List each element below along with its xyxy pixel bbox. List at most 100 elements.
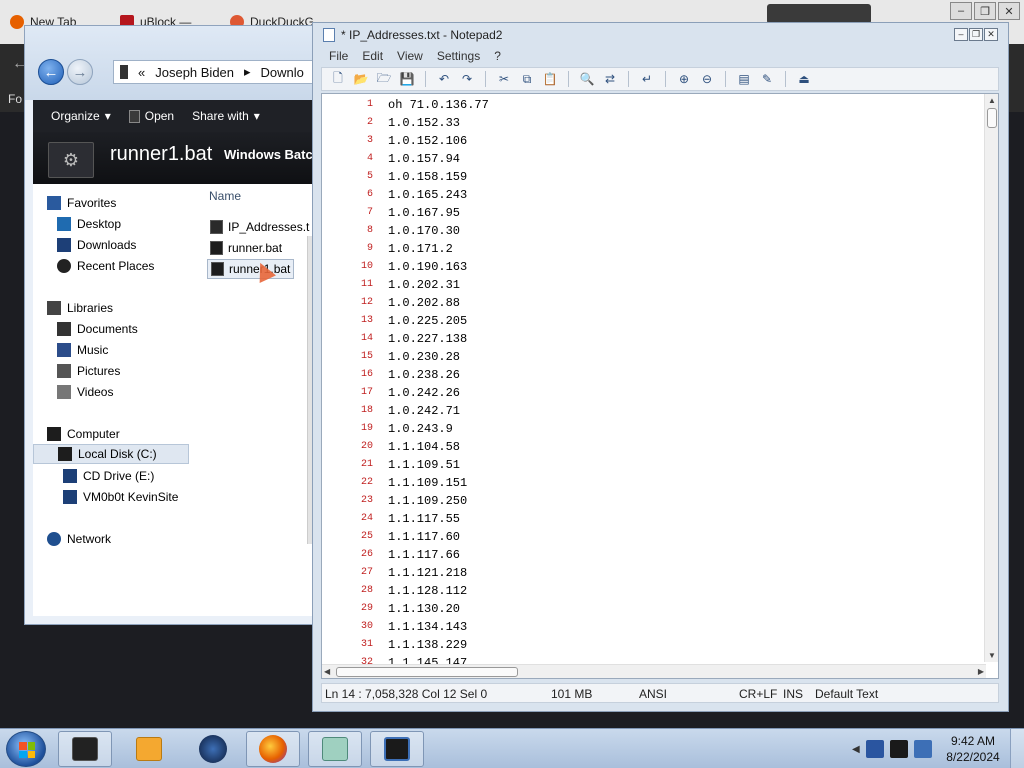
- zoom-out-icon[interactable]: ⊖: [697, 70, 717, 88]
- share-with-button[interactable]: Share with ▾: [192, 109, 260, 123]
- show-hidden-icons-icon[interactable]: ◀: [852, 744, 860, 755]
- editor-line[interactable]: 1 oh 71.0.136.77: [322, 96, 982, 114]
- scroll-right-icon[interactable]: ▶: [978, 667, 984, 676]
- save-icon[interactable]: 💾: [397, 70, 417, 88]
- open-button[interactable]: Open: [128, 109, 174, 123]
- tray-monitor-icon[interactable]: [889, 740, 908, 758]
- browser-extension-button[interactable]: [767, 4, 871, 24]
- vertical-scroll-thumb[interactable]: [987, 108, 997, 128]
- nav-pictures[interactable]: Pictures: [57, 362, 120, 380]
- back-button[interactable]: ←: [38, 59, 64, 85]
- editor-line[interactable]: 3 1.0.152.106: [322, 132, 982, 150]
- nav-network[interactable]: Network: [47, 530, 111, 548]
- nav-libraries[interactable]: Libraries: [47, 299, 113, 317]
- tray-app-icon[interactable]: [865, 740, 884, 758]
- zoom-in-icon[interactable]: ⊕: [674, 70, 694, 88]
- editor-line[interactable]: 5 1.0.158.159: [322, 168, 982, 186]
- organize-button[interactable]: Organize ▾: [51, 109, 111, 123]
- menu-view[interactable]: View: [397, 49, 423, 63]
- column-header-name[interactable]: Name: [203, 184, 315, 208]
- editor-line[interactable]: 31 1.1.138.229: [322, 636, 982, 654]
- notepad-title-bar[interactable]: * IP_Addresses.txt - Notepad2: [313, 23, 1008, 47]
- editor-line[interactable]: 14 1.0.227.138: [322, 330, 982, 348]
- editor-line[interactable]: 26 1.1.117.66: [322, 546, 982, 564]
- text-editor[interactable]: 1 oh 71.0.136.77 2 1.0.152.33 3 1.0.152.106 4 1…: [321, 93, 999, 679]
- nav-favorites[interactable]: Favorites: [47, 194, 116, 212]
- editor-line[interactable]: 11 1.0.202.31: [322, 276, 982, 294]
- breadcrumb[interactable]: « Joseph Biden ▸ Downlo: [113, 60, 315, 84]
- find-icon[interactable]: 🔍: [577, 70, 597, 88]
- taskbar-app-globe[interactable]: [186, 731, 240, 767]
- nav-recent-places[interactable]: Recent Places: [57, 257, 154, 275]
- close-button[interactable]: ✕: [998, 2, 1020, 20]
- editor-line[interactable]: 18 1.0.242.71: [322, 402, 982, 420]
- editor-line[interactable]: 17 1.0.242.26: [322, 384, 982, 402]
- editor-line[interactable]: 28 1.1.128.112: [322, 582, 982, 600]
- word-wrap-icon[interactable]: ↵: [637, 70, 657, 88]
- redo-icon[interactable]: ↷: [457, 70, 477, 88]
- editor-line[interactable]: 8 1.0.170.30: [322, 222, 982, 240]
- nav-cd-drive[interactable]: CD Drive (E:): [63, 467, 154, 485]
- maximize-button[interactable]: ❐: [974, 2, 996, 20]
- forward-button[interactable]: →: [67, 59, 93, 85]
- cut-icon[interactable]: ✂: [494, 70, 514, 88]
- nav-videos[interactable]: Videos: [57, 383, 113, 401]
- minimize-button[interactable]: –: [954, 28, 968, 41]
- editor-line[interactable]: 12 1.0.202.88: [322, 294, 982, 312]
- open-folder-icon[interactable]: 📂: [351, 70, 371, 88]
- network-status-icon[interactable]: [913, 740, 932, 758]
- nav-documents[interactable]: Documents: [57, 320, 138, 338]
- editor-vertical-scrollbar[interactable]: ▲ ▼: [984, 94, 998, 662]
- file-item-ip-addresses[interactable]: IP_Addresses.t: [207, 217, 312, 237]
- menu-settings[interactable]: Settings: [437, 49, 480, 63]
- status-line-ending[interactable]: CR+LF: [739, 687, 777, 701]
- start-button[interactable]: [6, 731, 46, 767]
- nav-computer[interactable]: Computer: [47, 425, 120, 443]
- minimize-button[interactable]: –: [950, 2, 972, 20]
- editor-line[interactable]: 2 1.0.152.33: [322, 114, 982, 132]
- editor-line[interactable]: 24 1.1.117.55: [322, 510, 982, 528]
- taskbar-firefox[interactable]: [246, 731, 300, 767]
- editor-line[interactable]: 25 1.1.117.60: [322, 528, 982, 546]
- editor-line[interactable]: 30 1.1.134.143: [322, 618, 982, 636]
- editor-line[interactable]: 10 1.0.190.163: [322, 258, 982, 276]
- nav-desktop[interactable]: Desktop: [57, 215, 121, 233]
- nav-downloads[interactable]: Downloads: [57, 236, 136, 254]
- editor-line[interactable]: 23 1.1.109.250: [322, 492, 982, 510]
- editor-line[interactable]: 22 1.1.109.151: [322, 474, 982, 492]
- scheme-icon[interactable]: ▤: [734, 70, 754, 88]
- nav-network-share[interactable]: VM0b0t KevinSite: [63, 488, 178, 506]
- editor-horizontal-scrollbar[interactable]: ◀ ▶: [322, 664, 986, 678]
- file-item-runner1[interactable]: runner1.bat: [207, 259, 295, 279]
- breadcrumb-item-downloads[interactable]: Downlo: [261, 65, 304, 80]
- undo-icon[interactable]: ↶: [434, 70, 454, 88]
- editor-line[interactable]: 6 1.0.165.243: [322, 186, 982, 204]
- editor-line[interactable]: 29 1.1.130.20: [322, 600, 982, 618]
- editor-line[interactable]: 21 1.1.109.51: [322, 456, 982, 474]
- file-item-runner[interactable]: runner.bat: [207, 238, 285, 258]
- taskbar-media-player[interactable]: [122, 731, 176, 767]
- taskbar-cmd[interactable]: [58, 731, 112, 767]
- horizontal-scroll-thumb[interactable]: [336, 667, 518, 677]
- editor-line[interactable]: 16 1.0.238.26: [322, 366, 982, 384]
- editor-line[interactable]: 13 1.0.225.205: [322, 312, 982, 330]
- editor-line[interactable]: 7 1.0.167.95: [322, 204, 982, 222]
- scroll-down-icon[interactable]: ▼: [988, 651, 996, 660]
- browse-icon[interactable]: 🗁: [374, 70, 394, 88]
- taskbar-explorer[interactable]: [370, 731, 424, 767]
- breadcrumb-item-user[interactable]: Joseph Biden: [155, 65, 234, 80]
- close-button[interactable]: ✕: [984, 28, 998, 41]
- show-desktop-button[interactable]: [1010, 729, 1024, 768]
- nav-local-disk[interactable]: Local Disk (C:): [33, 444, 189, 464]
- copy-icon[interactable]: ⧉: [517, 70, 537, 88]
- status-encoding[interactable]: ANSI: [639, 687, 667, 701]
- scroll-left-icon[interactable]: ◀: [324, 667, 330, 676]
- editor-line[interactable]: 19 1.0.243.9: [322, 420, 982, 438]
- status-insert-mode[interactable]: INS: [783, 687, 803, 701]
- taskbar-clock[interactable]: 9:42 AM 8/22/2024: [940, 733, 1006, 765]
- nav-music[interactable]: Music: [57, 341, 108, 359]
- editor-line[interactable]: 9 1.0.171.2: [322, 240, 982, 258]
- maximize-button[interactable]: ❐: [969, 28, 983, 41]
- editor-line[interactable]: 15 1.0.230.28: [322, 348, 982, 366]
- customize-scheme-icon[interactable]: ✎: [757, 70, 777, 88]
